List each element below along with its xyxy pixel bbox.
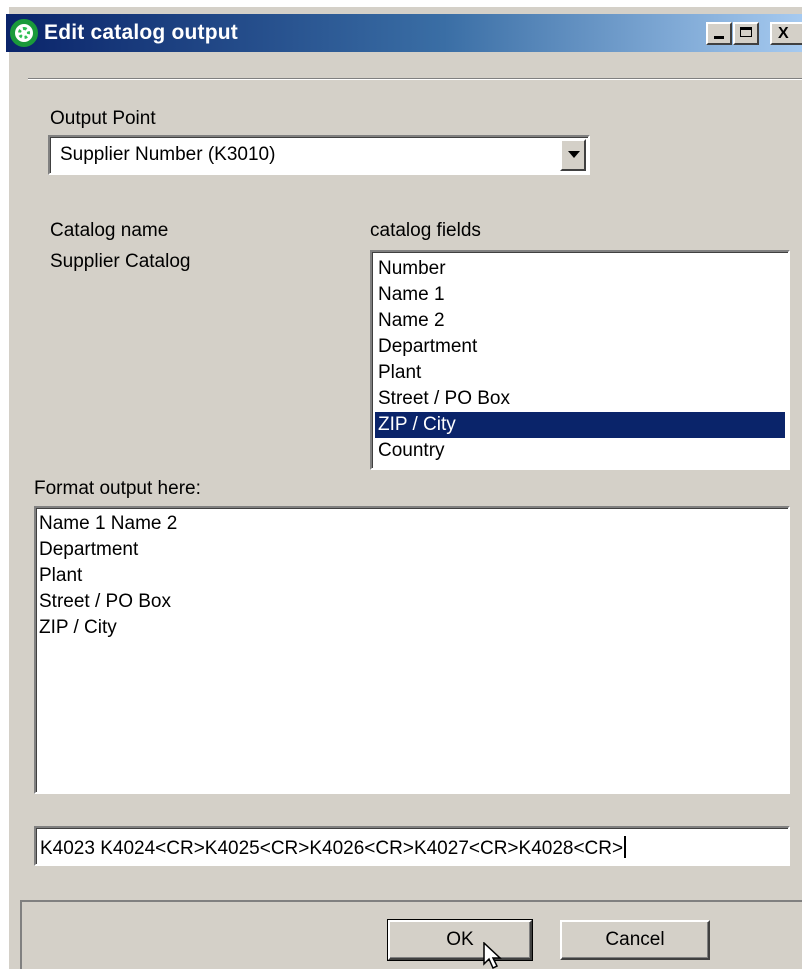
text-caret bbox=[624, 836, 627, 858]
window-title: Edit catalog output bbox=[44, 21, 238, 44]
list-item[interactable]: Plant bbox=[375, 360, 785, 386]
format-line: Name 1 Name 2 bbox=[39, 513, 178, 534]
list-item[interactable]: Name 1 bbox=[375, 282, 785, 308]
list-item[interactable]: Number bbox=[375, 256, 785, 282]
list-item[interactable]: Department bbox=[375, 334, 785, 360]
list-item[interactable]: Country bbox=[375, 438, 785, 464]
app-icon bbox=[10, 19, 38, 47]
list-item[interactable]: Name 2 bbox=[375, 308, 785, 334]
minimize-icon bbox=[714, 36, 724, 39]
format-line: Plant bbox=[39, 565, 83, 586]
format-line: Department bbox=[39, 539, 139, 560]
close-icon: X bbox=[778, 25, 789, 42]
close-button[interactable]: X bbox=[770, 22, 802, 45]
output-point-value: Supplier Number (K3010) bbox=[60, 144, 276, 165]
minimize-button[interactable] bbox=[706, 22, 732, 45]
cancel-button[interactable]: Cancel bbox=[560, 920, 710, 960]
catalog-name-value: Supplier Catalog bbox=[50, 251, 191, 272]
dropdown-button[interactable] bbox=[560, 139, 586, 171]
maximize-icon bbox=[740, 27, 752, 37]
format-output-label: Format output here: bbox=[34, 478, 201, 499]
list-item[interactable]: Street / PO Box bbox=[375, 386, 785, 412]
title-bar[interactable]: Edit catalog output X bbox=[6, 14, 802, 52]
format-line: Street / PO Box bbox=[39, 591, 171, 612]
chevron-down-icon bbox=[568, 151, 580, 158]
maximize-button[interactable] bbox=[733, 22, 759, 45]
top-divider bbox=[28, 78, 802, 80]
output-point-select[interactable]: Supplier Number (K3010) bbox=[48, 135, 590, 175]
format-line: ZIP / City bbox=[39, 617, 117, 638]
format-code-text: K4023 K4024<CR>K4025<CR>K4026<CR>K4027<C… bbox=[40, 836, 627, 860]
catalog-name-label: Catalog name bbox=[50, 220, 169, 241]
list-item-selected[interactable]: ZIP / City bbox=[375, 412, 785, 438]
format-code-value: K4023 K4024<CR>K4025<CR>K4026<CR>K4027<C… bbox=[40, 838, 624, 859]
format-code-input[interactable]: K4023 K4024<CR>K4025<CR>K4026<CR>K4027<C… bbox=[34, 826, 790, 866]
output-point-label: Output Point bbox=[50, 108, 156, 129]
mouse-pointer-icon bbox=[483, 942, 502, 970]
catalog-fields-list[interactable]: Number Name 1 Name 2 Department Plant St… bbox=[370, 250, 790, 470]
catalog-fields-label: catalog fields bbox=[370, 220, 481, 241]
format-output-textarea[interactable]: Name 1 Name 2 Department Plant Street / … bbox=[34, 506, 790, 794]
